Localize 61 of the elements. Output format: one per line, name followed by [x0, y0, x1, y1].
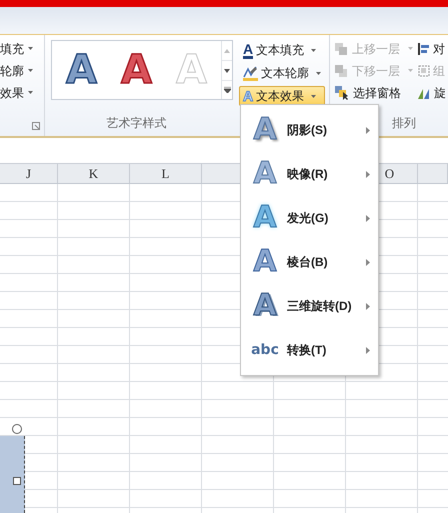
menu-label: 三维旋转(D) [287, 298, 353, 315]
submenu-arrow-icon [366, 346, 370, 354]
group-icon [418, 64, 430, 76]
menu-item[interactable]: A 棱台(B) [241, 240, 378, 284]
wordart-style-option[interactable]: A [121, 50, 152, 90]
rotate-icon [418, 86, 431, 98]
pen-outline-icon [243, 66, 258, 80]
text-effect-icon: abc [250, 343, 280, 357]
menu-item[interactable]: A 发光(G) [241, 196, 378, 240]
dialog-launcher-icon[interactable] [32, 122, 40, 130]
dropdown-button[interactable]: 轮廓 [0, 61, 44, 80]
menu-label: 棱台(B) [287, 254, 329, 271]
arrange-button[interactable]: 对 [418, 39, 446, 58]
menu-item[interactable]: A 阴影(S) [241, 108, 378, 152]
expand-icon [224, 87, 230, 93]
selection-pane-icon [335, 86, 349, 100]
arrange-button[interactable]: 旋 [418, 83, 446, 102]
group-label: 艺术字样式 [106, 115, 168, 132]
menu-label: 发光(G) [287, 210, 330, 227]
submenu-arrow-icon [366, 170, 370, 178]
up-arrow-icon [224, 48, 230, 52]
caret-icon [311, 48, 316, 52]
text-glow-icon: A [243, 89, 254, 103]
submenu-arrow-icon [366, 258, 370, 266]
text-effect-icon: A [250, 203, 280, 233]
menu-item[interactable]: abc 转换(T) [241, 328, 378, 372]
text-effects-button[interactable]: A 文本效果 [239, 86, 325, 106]
text-outline-button[interactable]: 文本轮廓 [239, 63, 325, 83]
text-fill-button[interactable]: A 文本填充 [239, 40, 325, 60]
menu-label: 阴影(S) [287, 122, 328, 139]
caret-icon [28, 91, 33, 94]
caret-icon [28, 47, 33, 50]
text-effect-icon: A [250, 291, 280, 321]
text-effect-icon: A [250, 115, 280, 145]
selected-shape[interactable] [0, 436, 25, 513]
group-label: 排列 [392, 115, 416, 132]
layers-icon [335, 64, 348, 76]
menu-label: 转换(T) [287, 342, 328, 359]
caret-icon [316, 72, 321, 74]
caret-icon [28, 69, 33, 72]
column-header[interactable]: J [0, 164, 58, 183]
resize-handle[interactable] [13, 477, 21, 485]
menu-label: 映像(R) [287, 166, 329, 183]
dropdown-button[interactable]: 填充 [0, 39, 44, 58]
caret-icon [408, 47, 413, 50]
submenu-arrow-icon [366, 126, 370, 134]
column-header[interactable]: L [130, 164, 202, 183]
rotation-handle[interactable] [12, 424, 22, 434]
down-arrow-icon [224, 68, 230, 72]
layers-icon [335, 42, 348, 54]
column-header[interactable]: K [58, 164, 130, 183]
arrange-button[interactable]: 选择窗格 [335, 83, 418, 102]
submenu-arrow-icon [366, 214, 370, 222]
submenu-arrow-icon [366, 302, 370, 310]
caret-icon [311, 94, 316, 98]
menu-item[interactable]: A 三维旋转(D) [241, 284, 378, 328]
text-effect-icon: A [250, 159, 280, 189]
text-effect-icon: A [250, 247, 280, 277]
align-icon [418, 42, 430, 54]
dropdown-button[interactable]: 效果 [0, 83, 44, 102]
caret-icon [408, 69, 413, 72]
